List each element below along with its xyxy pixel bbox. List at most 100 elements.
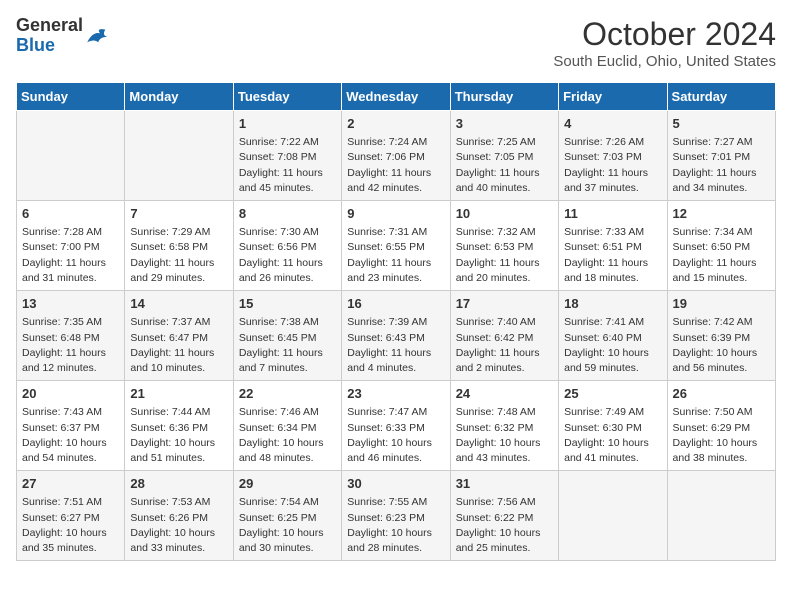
calendar-cell: 23 Sunrise: 7:47 AM Sunset: 6:33 PM Dayli… (342, 381, 450, 471)
logo-general-text: General (16, 15, 83, 35)
cell-content: Sunrise: 7:35 AM Sunset: 6:48 PM Dayligh… (22, 315, 119, 376)
calendar-cell (17, 111, 125, 201)
calendar-cell: 17 Sunrise: 7:40 AM Sunset: 6:42 PM Dayli… (450, 291, 558, 381)
calendar-cell: 1 Sunrise: 7:22 AM Sunset: 7:08 PM Daylig… (233, 111, 341, 201)
cell-content: Sunrise: 7:41 AM Sunset: 6:40 PM Dayligh… (564, 315, 661, 376)
cell-content: Sunrise: 7:40 AM Sunset: 6:42 PM Dayligh… (456, 315, 553, 376)
day-number: 25 (564, 385, 661, 403)
day-number: 9 (347, 205, 444, 223)
cell-content: Sunrise: 7:25 AM Sunset: 7:05 PM Dayligh… (456, 135, 553, 196)
calendar-cell: 30 Sunrise: 7:55 AM Sunset: 6:23 PM Dayli… (342, 471, 450, 561)
cell-content: Sunrise: 7:26 AM Sunset: 7:03 PM Dayligh… (564, 135, 661, 196)
day-number: 21 (130, 385, 227, 403)
cell-content: Sunrise: 7:31 AM Sunset: 6:55 PM Dayligh… (347, 225, 444, 286)
calendar-cell: 21Sunrise: 7:44 AM Sunset: 6:36 PM Dayli… (125, 381, 233, 471)
day-number: 24 (456, 385, 553, 403)
day-number: 5 (673, 115, 770, 133)
calendar-week-row: 27 Sunrise: 7:51 AM Sunset: 6:27 PM Dayli… (17, 471, 776, 561)
calendar-day-header: Tuesday (233, 83, 341, 111)
day-number: 20 (22, 385, 119, 403)
day-number: 6 (22, 205, 119, 223)
day-number: 7 (130, 205, 227, 223)
cell-content: Sunrise: 7:27 AM Sunset: 7:01 PM Dayligh… (673, 135, 770, 196)
calendar-day-header: Wednesday (342, 83, 450, 111)
location-title: South Euclid, Ohio, United States (553, 53, 776, 70)
calendar-cell: 8Sunrise: 7:30 AM Sunset: 6:56 PM Daylig… (233, 201, 341, 291)
cell-content: Sunrise: 7:54 AM Sunset: 6:25 PM Dayligh… (239, 495, 336, 556)
calendar-cell: 22 Sunrise: 7:46 AM Sunset: 6:34 PM Dayli… (233, 381, 341, 471)
calendar-cell: 29 Sunrise: 7:54 AM Sunset: 6:25 PM Dayli… (233, 471, 341, 561)
calendar-cell: 26Sunrise: 7:50 AM Sunset: 6:29 PM Dayli… (667, 381, 775, 471)
day-number: 8 (239, 205, 336, 223)
cell-content: Sunrise: 7:22 AM Sunset: 7:08 PM Dayligh… (239, 135, 336, 196)
cell-content: Sunrise: 7:43 AM Sunset: 6:37 PM Dayligh… (22, 405, 119, 466)
page-header: General Blue October 2024 South Euclid, … (16, 16, 776, 70)
calendar-cell: 15Sunrise: 7:38 AM Sunset: 6:45 PM Dayli… (233, 291, 341, 381)
day-number: 22 (239, 385, 336, 403)
calendar-table: SundayMondayTuesdayWednesdayThursdayFrid… (16, 82, 776, 561)
month-title: October 2024 (553, 16, 776, 53)
calendar-cell: 3Sunrise: 7:25 AM Sunset: 7:05 PM Daylig… (450, 111, 558, 201)
calendar-day-header: Friday (559, 83, 667, 111)
calendar-week-row: 20 Sunrise: 7:43 AM Sunset: 6:37 PM Dayli… (17, 381, 776, 471)
calendar-cell: 31 Sunrise: 7:56 AM Sunset: 6:22 PM Dayli… (450, 471, 558, 561)
calendar-cell: 28 Sunrise: 7:53 AM Sunset: 6:26 PM Dayli… (125, 471, 233, 561)
calendar-cell (559, 471, 667, 561)
calendar-day-header: Saturday (667, 83, 775, 111)
day-number: 29 (239, 475, 336, 493)
cell-content: Sunrise: 7:39 AM Sunset: 6:43 PM Dayligh… (347, 315, 444, 376)
day-number: 13 (22, 295, 119, 313)
cell-content: Sunrise: 7:37 AM Sunset: 6:47 PM Dayligh… (130, 315, 227, 376)
day-number: 27 (22, 475, 119, 493)
calendar-cell: 27 Sunrise: 7:51 AM Sunset: 6:27 PM Dayli… (17, 471, 125, 561)
calendar-cell: 19Sunrise: 7:42 AM Sunset: 6:39 PM Dayli… (667, 291, 775, 381)
day-number: 23 (347, 385, 444, 403)
calendar-cell: 24 Sunrise: 7:48 AM Sunset: 6:32 PM Dayli… (450, 381, 558, 471)
calendar-cell (667, 471, 775, 561)
day-number: 1 (239, 115, 336, 133)
calendar-cell: 13 Sunrise: 7:35 AM Sunset: 6:48 PM Dayli… (17, 291, 125, 381)
cell-content: Sunrise: 7:56 AM Sunset: 6:22 PM Dayligh… (456, 495, 553, 556)
calendar-cell (125, 111, 233, 201)
cell-content: Sunrise: 7:24 AM Sunset: 7:06 PM Dayligh… (347, 135, 444, 196)
day-number: 17 (456, 295, 553, 313)
calendar-cell: 16Sunrise: 7:39 AM Sunset: 6:43 PM Dayli… (342, 291, 450, 381)
calendar-cell: 14Sunrise: 7:37 AM Sunset: 6:47 PM Dayli… (125, 291, 233, 381)
calendar-cell: 9 Sunrise: 7:31 AM Sunset: 6:55 PM Daylig… (342, 201, 450, 291)
calendar-cell: 5 Sunrise: 7:27 AM Sunset: 7:01 PM Daylig… (667, 111, 775, 201)
day-number: 28 (130, 475, 227, 493)
calendar-day-header: Sunday (17, 83, 125, 111)
day-number: 19 (673, 295, 770, 313)
day-number: 10 (456, 205, 553, 223)
calendar-cell: 12Sunrise: 7:34 AM Sunset: 6:50 PM Dayli… (667, 201, 775, 291)
cell-content: Sunrise: 7:29 AM Sunset: 6:58 PM Dayligh… (130, 225, 227, 286)
calendar-day-header: Monday (125, 83, 233, 111)
cell-content: Sunrise: 7:28 AM Sunset: 7:00 PM Dayligh… (22, 225, 119, 286)
calendar-cell: 7 Sunrise: 7:29 AM Sunset: 6:58 PM Daylig… (125, 201, 233, 291)
calendar-cell: 11 Sunrise: 7:33 AM Sunset: 6:51 PM Dayli… (559, 201, 667, 291)
calendar-day-header: Thursday (450, 83, 558, 111)
calendar-cell: 4Sunrise: 7:26 AM Sunset: 7:03 PM Daylig… (559, 111, 667, 201)
cell-content: Sunrise: 7:51 AM Sunset: 6:27 PM Dayligh… (22, 495, 119, 556)
day-number: 18 (564, 295, 661, 313)
cell-content: Sunrise: 7:53 AM Sunset: 6:26 PM Dayligh… (130, 495, 227, 556)
cell-content: Sunrise: 7:47 AM Sunset: 6:33 PM Dayligh… (347, 405, 444, 466)
day-number: 2 (347, 115, 444, 133)
calendar-week-row: 6 Sunrise: 7:28 AM Sunset: 7:00 PM Daylig… (17, 201, 776, 291)
day-number: 30 (347, 475, 444, 493)
day-number: 26 (673, 385, 770, 403)
logo-bird-icon (85, 26, 113, 46)
calendar-header-row: SundayMondayTuesdayWednesdayThursdayFrid… (17, 83, 776, 111)
cell-content: Sunrise: 7:49 AM Sunset: 6:30 PM Dayligh… (564, 405, 661, 466)
cell-content: Sunrise: 7:33 AM Sunset: 6:51 PM Dayligh… (564, 225, 661, 286)
cell-content: Sunrise: 7:32 AM Sunset: 6:53 PM Dayligh… (456, 225, 553, 286)
cell-content: Sunrise: 7:34 AM Sunset: 6:50 PM Dayligh… (673, 225, 770, 286)
day-number: 11 (564, 205, 661, 223)
calendar-cell: 25 Sunrise: 7:49 AM Sunset: 6:30 PM Dayli… (559, 381, 667, 471)
calendar-week-row: 13 Sunrise: 7:35 AM Sunset: 6:48 PM Dayli… (17, 291, 776, 381)
cell-content: Sunrise: 7:46 AM Sunset: 6:34 PM Dayligh… (239, 405, 336, 466)
calendar-cell: 2 Sunrise: 7:24 AM Sunset: 7:06 PM Daylig… (342, 111, 450, 201)
day-number: 31 (456, 475, 553, 493)
cell-content: Sunrise: 7:55 AM Sunset: 6:23 PM Dayligh… (347, 495, 444, 556)
cell-content: Sunrise: 7:48 AM Sunset: 6:32 PM Dayligh… (456, 405, 553, 466)
